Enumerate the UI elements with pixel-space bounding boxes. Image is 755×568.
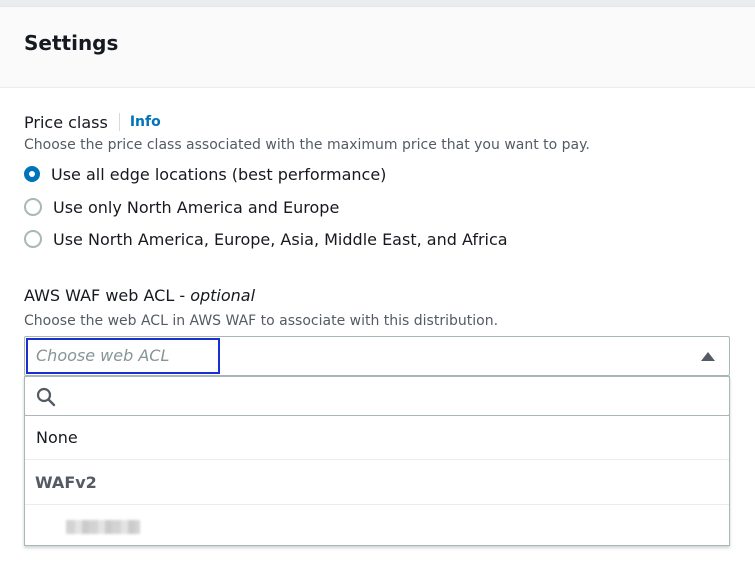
top-strip — [0, 0, 755, 7]
radio-label: Use all edge locations (best performance… — [51, 164, 387, 184]
waf-label-text: AWS WAF web ACL - — [24, 286, 191, 305]
price-class-label: Price class — [24, 112, 108, 132]
caret-up-icon[interactable] — [701, 352, 715, 361]
price-class-description: Choose the price class associated with t… — [24, 137, 590, 153]
option-none[interactable]: None — [25, 416, 729, 460]
web-acl-select[interactable]: Choose web ACL — [24, 336, 730, 376]
option-group-wafv2: WAFv2 — [25, 460, 729, 505]
radio-na-eu-asia-me-africa[interactable]: Use North America, Europe, Asia, Middle … — [24, 228, 508, 250]
option-group-label: WAFv2 — [35, 472, 97, 492]
waf-optional-text: optional — [190, 286, 256, 305]
label-divider — [118, 113, 120, 131]
option-redacted-acl[interactable] — [25, 505, 729, 549]
dropdown-search-input[interactable] — [65, 383, 709, 411]
radio-label: Use only North America and Europe — [53, 197, 340, 217]
section-title: Settings — [24, 31, 119, 55]
price-class-label-row: Price class Info — [24, 111, 161, 133]
radio-north-america-europe[interactable]: Use only North America and Europe — [24, 196, 339, 218]
option-none-label: None — [36, 428, 78, 447]
dropdown-search-box[interactable] — [24, 376, 730, 416]
waf-description: Choose the web ACL in AWS WAF to associa… — [24, 313, 499, 329]
radio-button[interactable] — [24, 198, 42, 216]
web-acl-dropdown: None WAFv2 — [24, 376, 730, 546]
search-icon — [36, 387, 56, 407]
web-acl-select-placeholder: Choose web ACL — [36, 346, 170, 365]
radio-all-edge-locations[interactable]: Use all edge locations (best performance… — [24, 163, 386, 185]
waf-label: AWS WAF web ACL - optional — [24, 286, 255, 305]
section-header: Settings — [0, 7, 755, 88]
price-class-info-link[interactable]: Info — [130, 114, 161, 130]
radio-button-checked[interactable] — [24, 166, 40, 182]
redacted-acl-name — [66, 520, 140, 534]
radio-button[interactable] — [24, 230, 42, 248]
radio-label: Use North America, Europe, Asia, Middle … — [53, 229, 508, 249]
